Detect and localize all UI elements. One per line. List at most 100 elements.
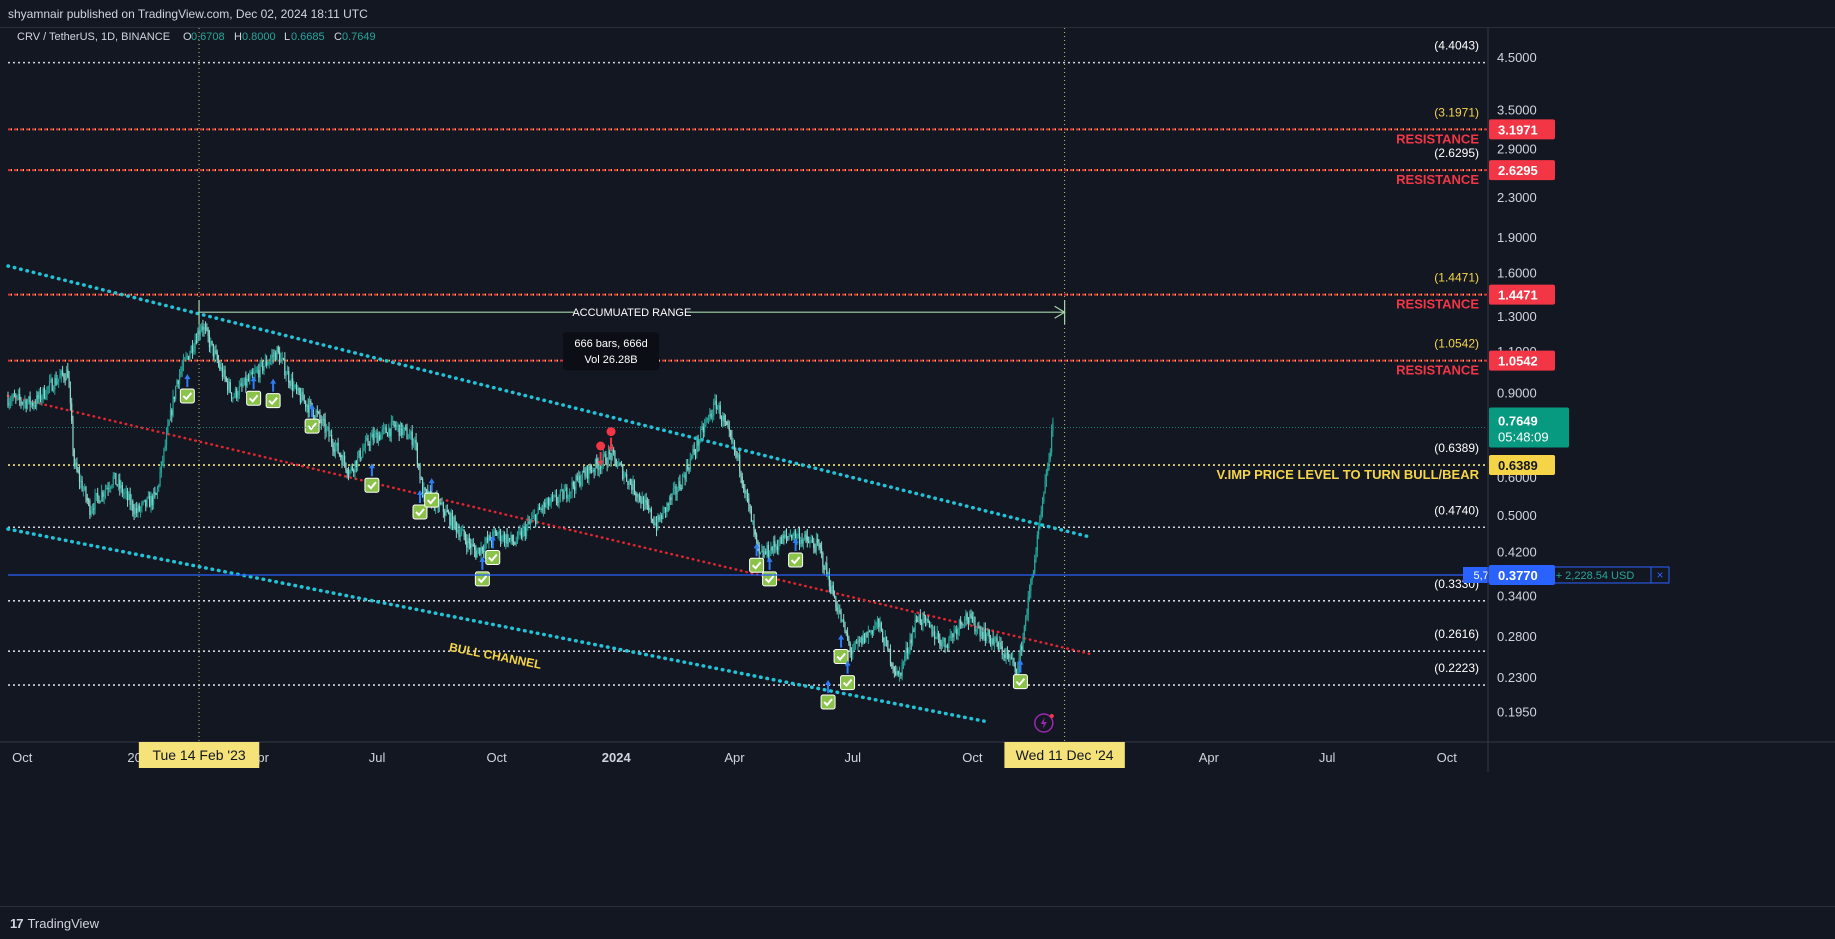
candle-body [158,485,160,488]
price-tag-label: 2.6295 [1498,163,1538,178]
candle-body [667,503,669,506]
candle-body [960,620,962,624]
candle-body [255,370,257,372]
candle-body [844,621,846,632]
candle-body [467,538,469,548]
candle-body [639,494,641,501]
candle-body [156,487,159,495]
candle-body [897,670,899,675]
candle-body [862,633,864,644]
candle-body [529,521,532,524]
candle-body [8,402,10,406]
publisher-text: shyamnair published on TradingView.com, … [8,7,368,21]
candle-body [796,535,798,539]
candle-body [872,627,875,634]
candle-body [853,643,855,651]
check-badge-icon [749,557,765,573]
candle-body [193,348,195,353]
tradingview-logo[interactable]: 17 TradingView [10,916,99,931]
candle-body [99,500,101,504]
candle-body [831,585,833,593]
chart-area[interactable]: (4.4043) (3.1971) RESISTANCE (2.6295) RESIST… [0,28,1835,905]
candle-body [666,503,668,513]
close-label: C [334,31,342,43]
candle-body [793,531,795,537]
candle-body [51,379,53,391]
candle-body [414,439,416,443]
candle-body [366,437,368,441]
candle-body [646,502,649,505]
candle-body [976,626,979,630]
candle-body [163,448,165,462]
candle-body [150,495,152,508]
candle-body [288,371,290,383]
candle-body [1039,515,1041,529]
candle-body [979,627,981,637]
candle-body [408,435,411,439]
candle-body [102,491,104,497]
candle-body [337,442,339,454]
candle-body [142,501,144,504]
candle-body [91,508,94,511]
check-badge-icon [1012,674,1028,690]
candle-body [507,538,509,545]
candle-body [373,433,376,441]
candle-body [705,421,707,425]
candle-body [139,507,142,511]
candle-body [718,405,720,408]
candle-body [917,620,919,622]
candle-body [420,478,422,480]
candle-body [1048,459,1050,469]
candle-body [1021,645,1023,651]
candle-body [635,493,637,496]
candle-body [230,392,233,399]
candle-body [227,380,229,391]
price-chart[interactable]: (4.4043)(3.1971)RESISTANCE(2.6295)RESIST… [0,28,1835,905]
check-badge-icon [762,571,778,587]
candle-body [58,378,60,382]
candle-body [473,546,476,551]
candle-body [397,424,399,426]
level-value-label: (4.4043) [1434,39,1479,53]
date-marker-label: Wed 11 Dec '24 [1016,747,1114,763]
candle-body [970,613,972,617]
candle-body [618,463,620,467]
candle-body [939,637,941,645]
candle-body [347,473,350,475]
candle-body [820,547,823,553]
candle-body [840,611,842,622]
candle-body [585,466,587,477]
notification-dot-icon [1049,714,1054,718]
candle-body [95,493,97,496]
candle-body [405,427,407,429]
candle-body [411,431,413,446]
candle-body [237,395,239,398]
candle-body [841,619,843,622]
candle-body [86,497,88,501]
candle-body [241,383,243,386]
candle-body [206,328,208,330]
candle-body [950,634,953,636]
candle-body [305,400,307,407]
candle-body [640,500,642,504]
candle-body [121,485,123,494]
candle-body [527,521,529,527]
candle-body [863,633,866,643]
candle-body [151,495,153,505]
candle-body [740,470,742,477]
candle-body [921,622,923,625]
brand-name: TradingView [27,916,100,931]
candle-body [1005,652,1007,659]
candle-body [217,360,220,364]
candle-body [137,505,139,513]
candle-body [992,638,994,645]
candle-body [1028,591,1031,597]
candle-body [368,443,370,446]
candle-body [506,534,508,545]
check-badge-icon [485,549,501,565]
candle-body [622,465,624,479]
candle-body [594,459,597,472]
candle-body [904,655,906,662]
bar-countdown: 05:48:09 [1498,430,1549,445]
price-tick-label: 0.4200 [1497,544,1537,559]
